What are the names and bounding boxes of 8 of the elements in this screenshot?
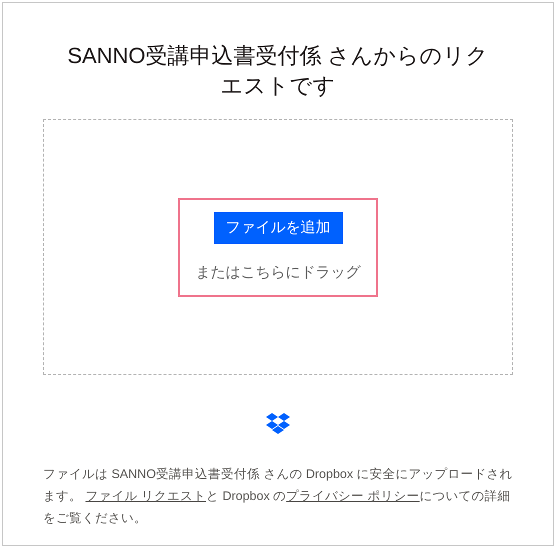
add-files-button[interactable]: ファイルを追加 <box>214 212 342 244</box>
drop-zone[interactable]: ファイルを追加 またはこちらにドラッグ <box>43 119 513 375</box>
footer-link[interactable]: プライバシー ポリシー <box>286 489 420 503</box>
footer-link[interactable]: ファイル リクエスト <box>85 489 206 503</box>
drag-hint: またはこちらにドラッグ <box>196 263 360 283</box>
footer-text: ファイルは SANNO受講申込書受付係 さんの Dropbox に安全にアップロードされます。 ファイル リクエスト と Dropbox のプライバシー ポリシーについての詳細をご覧ください。 <box>43 466 513 527</box>
page-title: SANNO受講申込書受付係 さんからのリクエストです <box>66 42 490 100</box>
box-logo-icon <box>265 413 291 435</box>
